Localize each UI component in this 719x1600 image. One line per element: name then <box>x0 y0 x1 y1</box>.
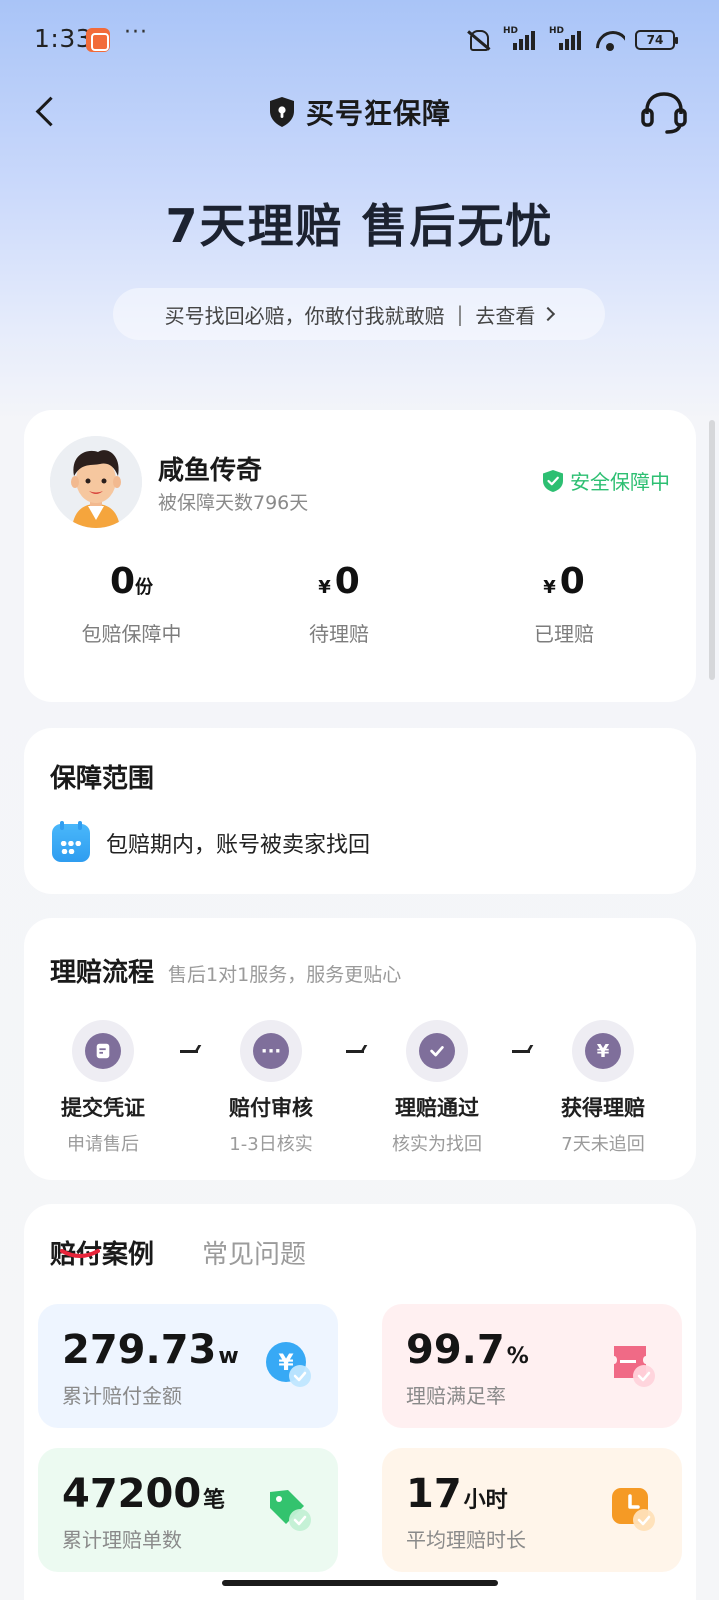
signal-icon-2: HD <box>549 26 585 52</box>
tile-label: 累计赔付金额 <box>62 1384 182 1408</box>
user-protection-card: 咸鱼传奇 被保障天数796天 安全保障中 0份 包赔保障中 ¥0 待理赔 ¥0 … <box>24 410 696 702</box>
stat-tile-avg-time: 17小时 平均理赔时长 <box>382 1448 682 1572</box>
step-title: 理赔通过 <box>395 1096 479 1120</box>
stat-label: 待理赔 <box>309 622 369 646</box>
chevron-right-icon <box>541 306 556 322</box>
tile-unit: % <box>506 1344 529 1369</box>
step-title: 获得理赔 <box>561 1096 645 1120</box>
document-icon <box>85 1033 121 1069</box>
mute-icon <box>463 28 493 52</box>
claim-process-card: 理赔流程 售后1对1服务，服务更贴心 提交凭证 申请售后 ··· 赔付审核 1-… <box>24 918 696 1180</box>
process-step-approved: 理赔通过 核实为找回 <box>362 1020 512 1156</box>
process-step-submit: 提交凭证 申请售后 <box>28 1020 178 1156</box>
tab-faq[interactable]: 常见问题 <box>202 1234 306 1271</box>
pill-separator: | <box>456 302 464 326</box>
nav-title-group: 买号狂保障 <box>0 92 719 132</box>
user-name: 咸鱼传奇 <box>158 456 263 486</box>
wifi-icon <box>595 28 625 52</box>
more-notifications-icon: ··· <box>124 20 148 45</box>
protected-days: 被保障天数796天 <box>158 492 309 514</box>
step-desc: 核实为找回 <box>392 1134 482 1155</box>
stat-value: 0 <box>334 561 360 602</box>
status-time: 1:33 <box>34 24 93 53</box>
status-badge: 安全保障中 <box>542 466 670 495</box>
shield-check-icon <box>543 469 563 492</box>
check-icon <box>419 1033 455 1069</box>
hero-title: 7天理赔 售后无忧 <box>165 199 554 253</box>
stat-pending[interactable]: ¥0 待理赔 <box>219 560 459 647</box>
coverage-item: 包赔期内，账号被卖家找回 <box>52 821 371 862</box>
hero-pill-text: 买号找回必赔，你敢付我就敢赔 <box>164 303 445 328</box>
claim-stats: 0份 包赔保障中 ¥0 待理赔 ¥0 已理赔 <box>24 560 696 647</box>
section-title: 保障范围 <box>50 764 155 794</box>
yen-check-icon: ¥ <box>266 1342 311 1387</box>
tile-value: 279.73 <box>62 1327 217 1373</box>
stat-tile-claim-count: 47200笔 累计理赔单数 <box>38 1448 338 1572</box>
signal-icon: HD <box>503 26 539 52</box>
currency-symbol: ¥ <box>543 577 556 598</box>
tile-label: 累计理赔单数 <box>62 1528 182 1552</box>
stat-unit: 份 <box>135 577 154 598</box>
coverage-item-text: 包赔期内，账号被卖家找回 <box>106 833 371 858</box>
process-step-payout: ¥ 获得理赔 7天未追回 <box>528 1020 678 1156</box>
tile-unit: 小时 <box>463 1488 508 1513</box>
cases-card: 赔付案例 常见问题 279.73w 累计赔付金额 ¥ 99.7% 理赔满足率 4… <box>24 1204 696 1600</box>
battery-icon: 74 <box>635 30 678 50</box>
currency-symbol: ¥ <box>318 577 331 598</box>
step-desc: 1-3日核实 <box>229 1134 313 1155</box>
step-desc: 7天未追回 <box>561 1134 645 1155</box>
section-title: 理赔流程 <box>50 958 155 988</box>
customer-service-headset-icon[interactable] <box>639 88 689 136</box>
yen-icon: ¥ <box>585 1033 621 1069</box>
view-policy-link[interactable]: 买号找回必赔，你敢付我就敢赔 | 去查看 <box>113 288 605 340</box>
stat-value: 0 <box>559 561 585 602</box>
calendar-icon <box>52 821 90 862</box>
tag-check-icon <box>270 1490 311 1531</box>
tile-label: 平均理赔时长 <box>406 1528 526 1552</box>
tile-value: 99.7 <box>406 1327 505 1373</box>
clock-check-icon <box>612 1488 655 1531</box>
tile-unit: w <box>218 1344 239 1369</box>
stat-value: 0 <box>109 561 136 602</box>
tile-value: 17 <box>406 1471 462 1517</box>
step-title: 提交凭证 <box>61 1096 145 1120</box>
pill-link-text: 去查看 <box>475 303 536 328</box>
tile-unit: 笔 <box>203 1488 226 1513</box>
stat-insured[interactable]: 0份 包赔保障中 <box>24 560 219 647</box>
step-title: 赔付审核 <box>229 1096 313 1120</box>
ticket-check-icon <box>614 1346 655 1387</box>
stat-tile-total-payout: 279.73w 累计赔付金额 ¥ <box>38 1304 338 1428</box>
active-tab-underline <box>60 1249 100 1258</box>
section-subtitle: 售后1对1服务，服务更贴心 <box>168 964 402 986</box>
stat-label: 已理赔 <box>534 622 594 646</box>
nav-bar: 买号狂保障 <box>0 80 719 140</box>
step-desc: 申请售后 <box>67 1134 139 1155</box>
process-step-review: ··· 赔付审核 1-3日核实 <box>196 1020 346 1156</box>
avatar[interactable] <box>50 436 142 528</box>
home-indicator[interactable] <box>222 1580 498 1586</box>
stat-paid[interactable]: ¥0 已理赔 <box>459 560 669 647</box>
process-steps: 提交凭证 申请售后 ··· 赔付审核 1-3日核实 理赔通过 核实为找回 ¥ 获… <box>24 1020 696 1170</box>
app-notification-icon <box>86 28 110 52</box>
page-title: 买号狂保障 <box>305 97 451 130</box>
stat-tile-satisfaction: 99.7% 理赔满足率 <box>382 1304 682 1428</box>
tile-value: 47200 <box>62 1471 202 1517</box>
status-badge-label: 安全保障中 <box>570 470 670 494</box>
shield-lock-icon <box>268 96 296 128</box>
coverage-scope-card: 保障范围 包赔期内，账号被卖家找回 <box>24 728 696 894</box>
stat-label: 包赔保障中 <box>81 622 182 646</box>
status-bar: 1:33 ··· HD HD 74 <box>0 0 719 80</box>
more-dots-icon: ··· <box>253 1033 289 1069</box>
tile-label: 理赔满足率 <box>406 1384 506 1408</box>
scrollbar[interactable] <box>709 420 715 680</box>
